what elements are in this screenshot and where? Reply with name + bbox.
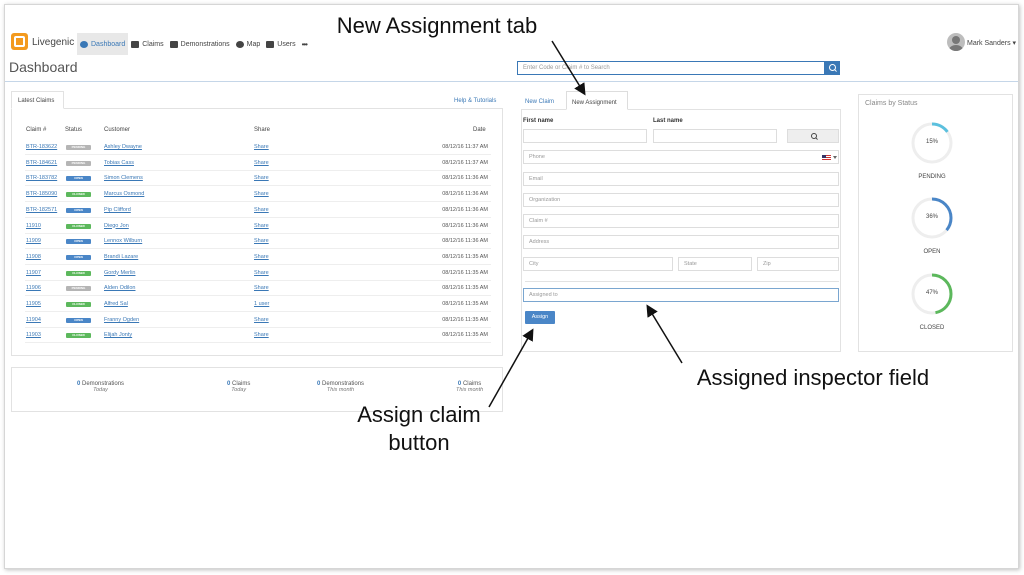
annotation-arrows <box>488 40 683 408</box>
annotation-new-assignment-tab: New Assignment tab <box>336 13 538 38</box>
arrow-assign-button <box>488 328 534 408</box>
arrow-assigned-field <box>646 304 683 364</box>
arrow-new-assignment-tab <box>551 40 586 96</box>
app-window: Livegenic Dashboard Claims Demonstration… <box>4 4 1019 569</box>
annotation-assign-claim-button: Assign claim button <box>357 402 481 455</box>
annotation-assigned-inspector-field: Assigned inspector field <box>696 365 930 390</box>
